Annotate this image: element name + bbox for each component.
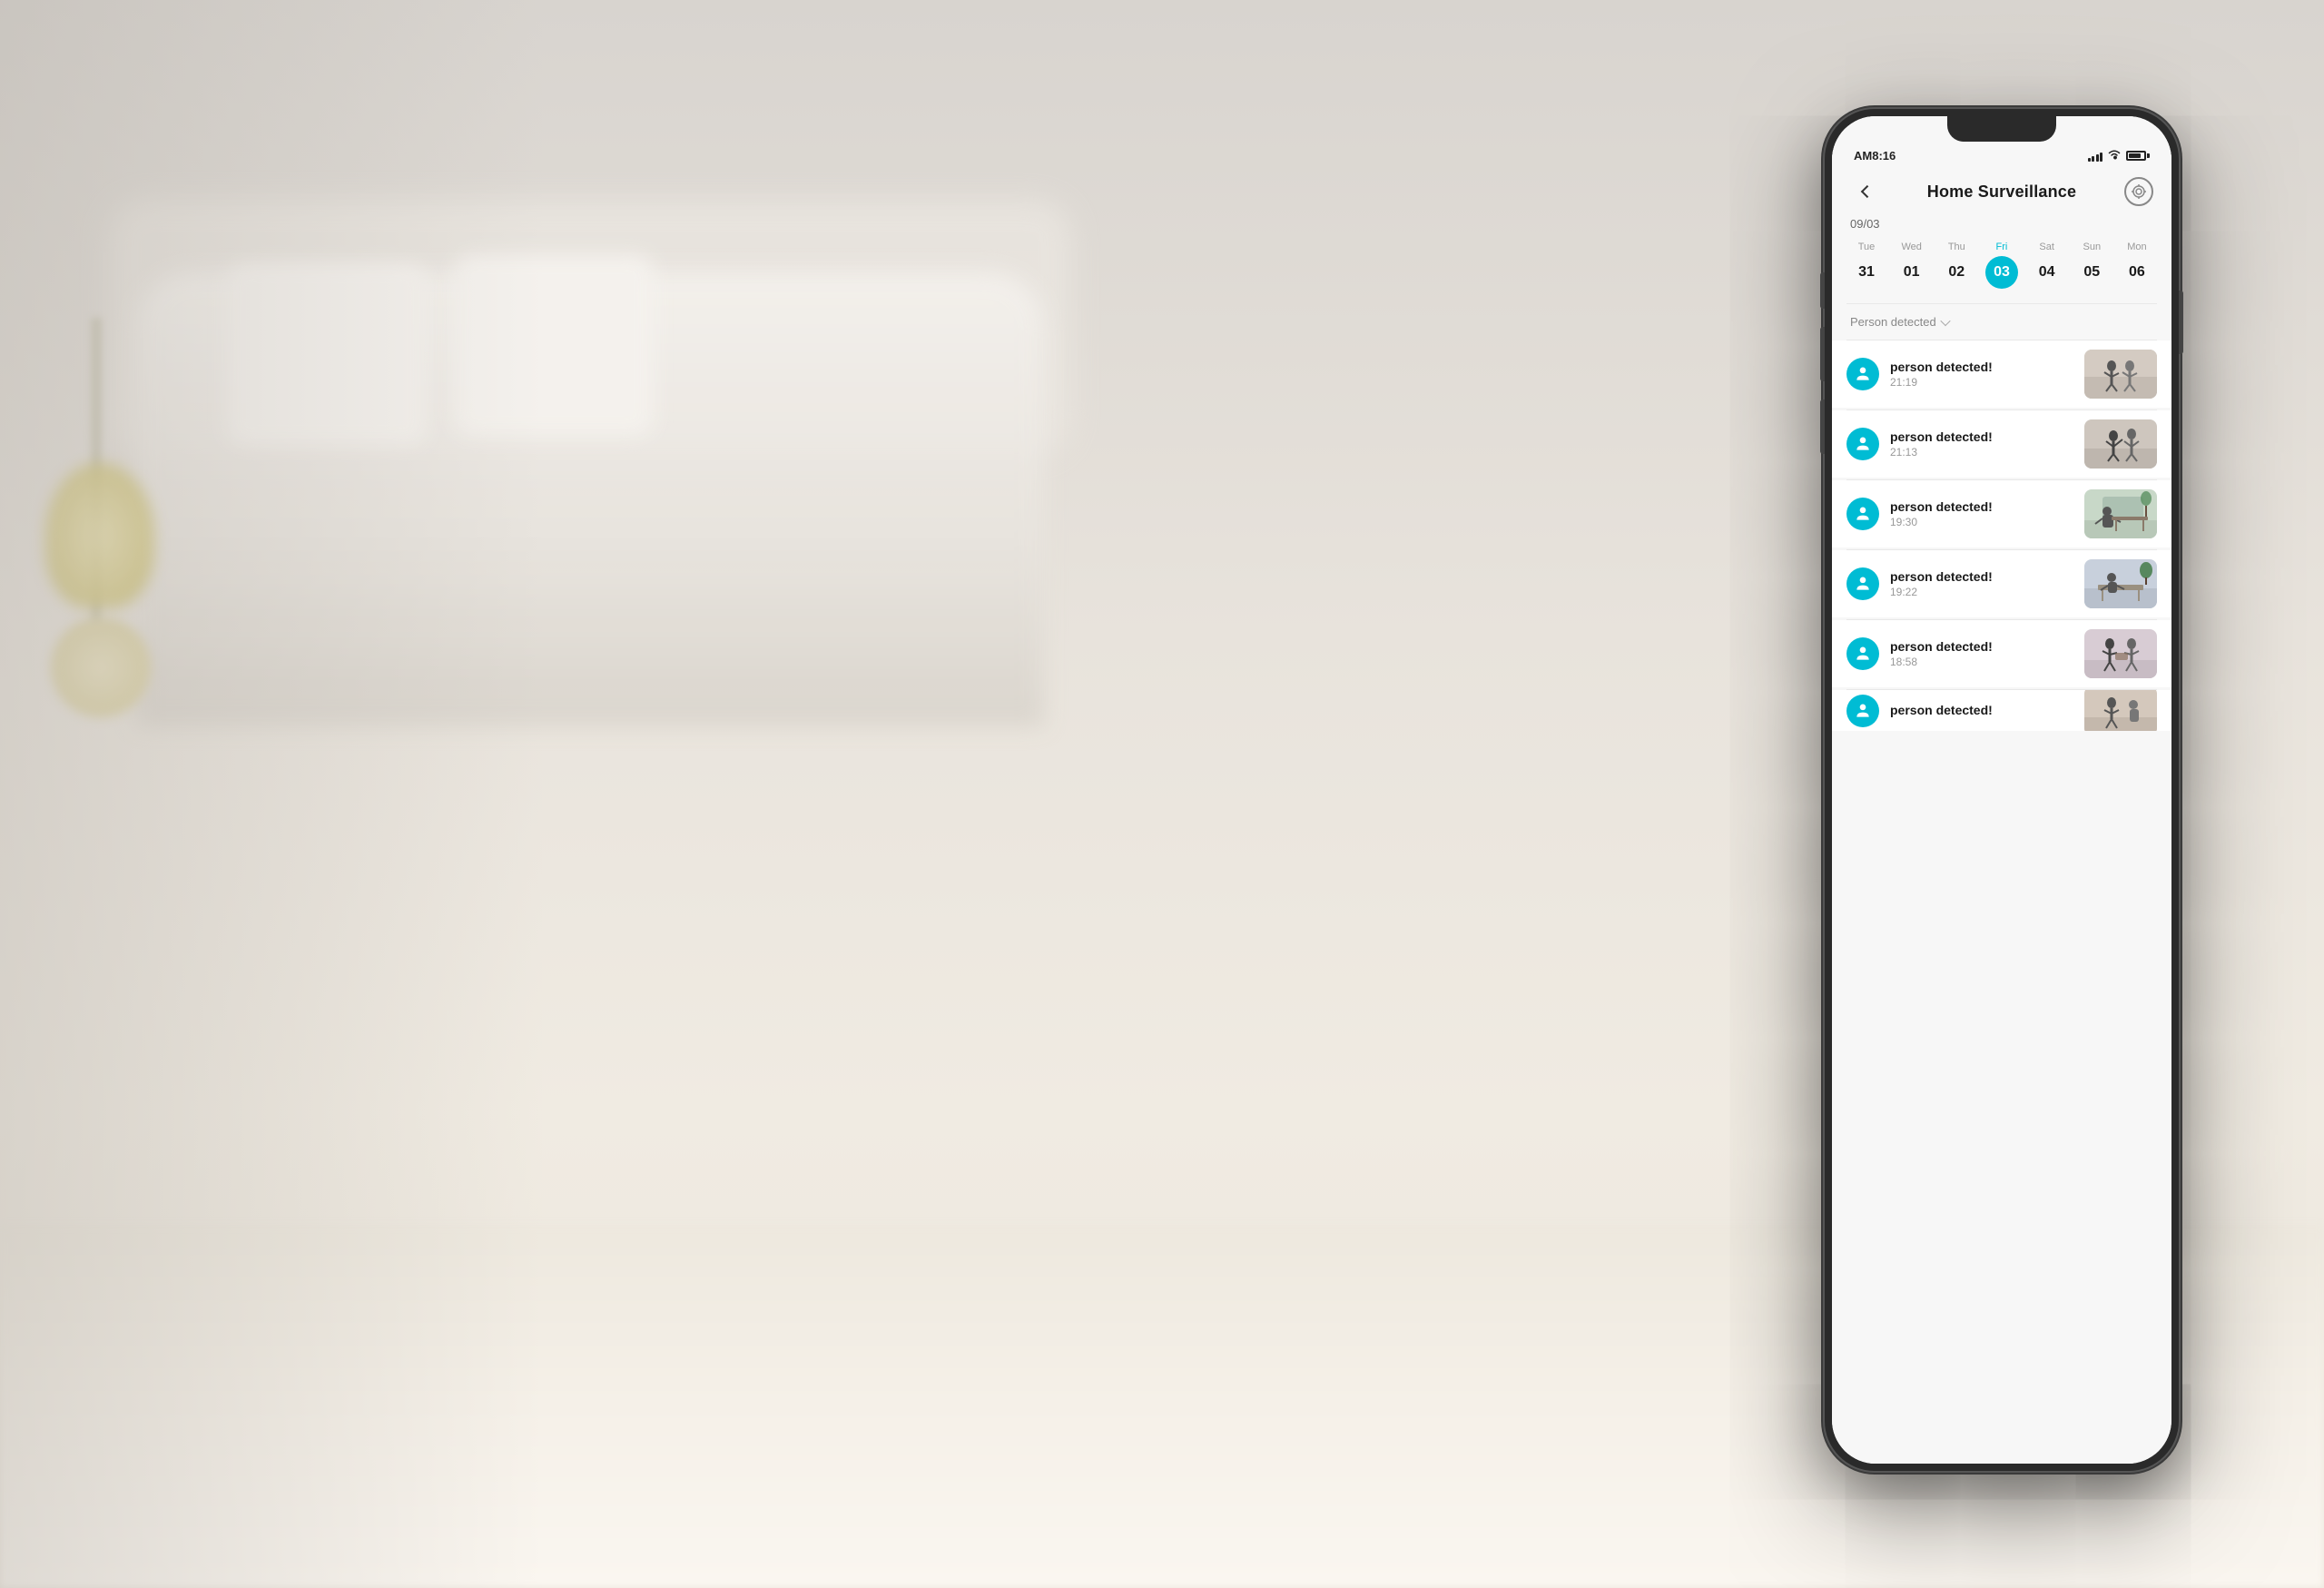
- wifi-icon: [2107, 149, 2122, 163]
- event-title-2: person detected!: [1890, 429, 2075, 444]
- day-name-mon: Mon: [2127, 242, 2146, 252]
- event-item-3[interactable]: person detected! 19:30: [1832, 480, 2171, 547]
- event-time-4: 19:22: [1890, 586, 2075, 598]
- day-num-01: 01: [1896, 256, 1928, 289]
- calendar-day-sat04[interactable]: Sat 04: [2027, 242, 2067, 289]
- calendar-day-thu02[interactable]: Thu 02: [1936, 242, 1976, 289]
- event-title-6: person detected!: [1890, 703, 2075, 717]
- day-name-wed: Wed: [1901, 242, 1921, 252]
- filter-chevron-icon: [1940, 315, 1950, 325]
- settings-icon: [2132, 184, 2146, 199]
- back-button[interactable]: [1850, 177, 1879, 206]
- wall-shadow: [0, 0, 545, 1588]
- event-thumb-2: [2084, 419, 2157, 469]
- event-item-2[interactable]: person detected! 21:13: [1832, 410, 2171, 478]
- day-num-04: 04: [2031, 256, 2063, 289]
- event-thumb-1: [2084, 350, 2157, 399]
- phone-screen: AM8:16: [1832, 116, 2171, 1464]
- person-detected-icon-6: [1854, 702, 1872, 720]
- event-icon-4: [1846, 567, 1879, 600]
- volume-up-button[interactable]: [1820, 327, 1825, 381]
- event-time-1: 21:19: [1890, 376, 2075, 389]
- app-header: Home Surveillance: [1832, 170, 2171, 217]
- event-title-3: person detected!: [1890, 499, 2075, 514]
- settings-button[interactable]: [2124, 177, 2153, 206]
- event-info-5: person detected! 18:58: [1890, 639, 2075, 668]
- person-detected-icon-1: [1854, 365, 1872, 383]
- notch: [1947, 116, 2056, 142]
- event-info-6: person detected!: [1890, 703, 2075, 719]
- event-icon-1: [1846, 358, 1879, 390]
- power-button[interactable]: [2179, 291, 2183, 354]
- event-info-3: person detected! 19:30: [1890, 499, 2075, 528]
- page-title: Home Surveillance: [1927, 182, 2076, 202]
- signal-bar-3: [2096, 154, 2099, 162]
- event-item-1[interactable]: person detected! 21:19: [1832, 340, 2171, 408]
- event-title-1: person detected!: [1890, 360, 2075, 374]
- person-detected-icon-3: [1854, 505, 1872, 523]
- event-time-5: 18:58: [1890, 656, 2075, 668]
- event-item-5[interactable]: person detected! 18:58: [1832, 620, 2171, 687]
- event-icon-5: [1846, 637, 1879, 670]
- app-content: AM8:16: [1832, 116, 2171, 1464]
- day-num-02: 02: [1940, 256, 1973, 289]
- day-num-03: 03: [1985, 256, 2018, 289]
- calendar-strip: Tue 31 Wed 01 Thu 02 Fri 03: [1832, 238, 2171, 303]
- calendar-day-sun05[interactable]: Sun 05: [2072, 242, 2112, 289]
- event-title-5: person detected!: [1890, 639, 2075, 654]
- events-list: person detected! 21:19: [1832, 340, 2171, 1464]
- event-time-3: 19:30: [1890, 516, 2075, 528]
- signal-bar-4: [2100, 153, 2102, 162]
- thumb-scene-6: [2084, 690, 2157, 731]
- day-name-tue: Tue: [1858, 242, 1876, 252]
- person-detected-icon-2: [1854, 435, 1872, 453]
- back-chevron-icon: [1861, 185, 1874, 198]
- event-info-4: person detected! 19:22: [1890, 569, 2075, 598]
- event-icon-2: [1846, 428, 1879, 460]
- phone-device: AM8:16: [1825, 109, 2179, 1471]
- mute-button[interactable]: [1820, 272, 1825, 309]
- calendar-day-fri03[interactable]: Fri 03: [1982, 242, 2022, 289]
- calendar-day-wed01[interactable]: Wed 01: [1892, 242, 1932, 289]
- day-name-fri: Fri: [1996, 242, 2008, 252]
- phone-frame: AM8:16: [1825, 109, 2179, 1471]
- thumb-scene-1: [2084, 350, 2157, 399]
- thumb-scene-4: [2084, 559, 2157, 608]
- event-thumb-3: [2084, 489, 2157, 538]
- date-label: 09/03: [1832, 217, 2171, 238]
- thumb-scene-5: [2084, 629, 2157, 678]
- day-num-31: 31: [1850, 256, 1883, 289]
- status-icons: [2088, 149, 2151, 163]
- signal-bar-2: [2092, 156, 2094, 162]
- volume-down-button[interactable]: [1820, 399, 1825, 454]
- event-time-2: 21:13: [1890, 446, 2075, 459]
- signal-icon: [2088, 151, 2103, 162]
- event-thumb-4: [2084, 559, 2157, 608]
- signal-bar-1: [2088, 158, 2091, 162]
- day-num-05: 05: [2075, 256, 2108, 289]
- event-icon-3: [1846, 498, 1879, 530]
- filter-label: Person detected: [1850, 315, 1936, 329]
- battery-icon: [2126, 151, 2150, 161]
- person-detected-icon-5: [1854, 645, 1872, 663]
- day-name-sat: Sat: [2039, 242, 2054, 252]
- event-thumb-6: [2084, 690, 2157, 731]
- event-info-1: person detected! 21:19: [1890, 360, 2075, 389]
- event-info-2: person detected! 21:13: [1890, 429, 2075, 459]
- event-icon-6: [1846, 695, 1879, 727]
- event-thumb-5: [2084, 629, 2157, 678]
- filter-row[interactable]: Person detected: [1832, 304, 2171, 340]
- calendar-day-mon06[interactable]: Mon 06: [2117, 242, 2157, 289]
- day-name-thu: Thu: [1948, 242, 1965, 252]
- event-item-6-partial[interactable]: person detected!: [1832, 690, 2171, 731]
- day-name-sun: Sun: [2083, 242, 2101, 252]
- thumb-scene-2: [2084, 419, 2157, 469]
- person-detected-icon-4: [1854, 575, 1872, 593]
- thumb-scene-3: [2084, 489, 2157, 538]
- calendar-day-tue31[interactable]: Tue 31: [1846, 242, 1886, 289]
- event-title-4: person detected!: [1890, 569, 2075, 584]
- event-item-4[interactable]: person detected! 19:22: [1832, 550, 2171, 617]
- status-time: AM8:16: [1854, 149, 1896, 163]
- day-num-06: 06: [2121, 256, 2153, 289]
